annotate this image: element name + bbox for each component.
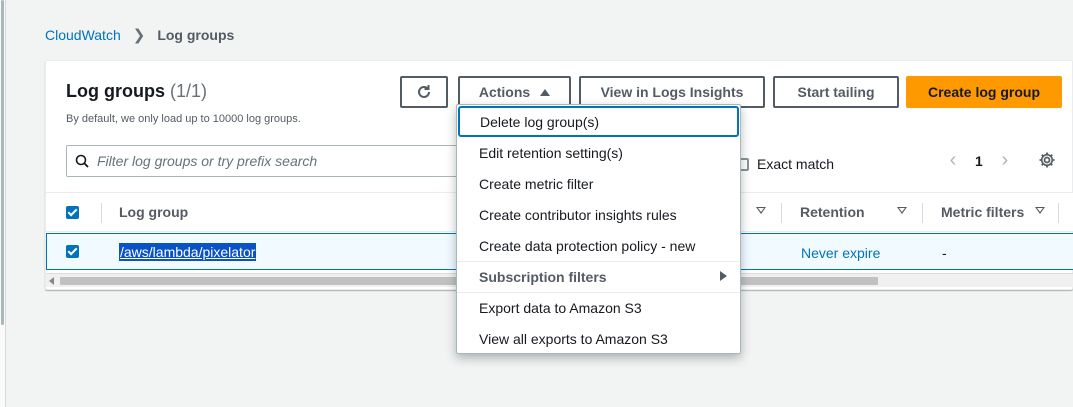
select-all-checkbox[interactable] [66, 206, 79, 219]
menu-item-export-to-s3[interactable]: Export data to Amazon S3 [457, 292, 740, 323]
current-page[interactable]: 1 [975, 153, 983, 169]
gear-icon[interactable] [1038, 151, 1056, 174]
column-header-retention[interactable]: Retention [800, 204, 865, 220]
column-divider [781, 203, 782, 223]
panel-count: (1/1) [170, 81, 208, 101]
actions-dropdown-menu: Delete log group(s) Edit retention setti… [456, 104, 741, 354]
search-icon [75, 154, 89, 168]
column-header-metric-filters[interactable]: Metric filters [941, 204, 1024, 220]
metric-filters-value: - [942, 245, 947, 261]
subscription-filters-label: Subscription filters [479, 268, 607, 285]
caret-up-icon [540, 88, 551, 96]
menu-item-edit-retention[interactable]: Edit retention setting(s) [457, 137, 740, 168]
menu-group-subscription-filters[interactable]: Subscription filters [457, 261, 740, 292]
panel-title: Log groups [66, 81, 165, 101]
caret-right-icon [720, 271, 727, 281]
column-header-log-group[interactable]: Log group [119, 204, 188, 220]
log-group-link[interactable]: /aws/lambda/pixelator [119, 243, 257, 261]
retention-link[interactable]: Never expire [801, 245, 880, 261]
menu-item-view-all-exports[interactable]: View all exports to Amazon S3 [457, 323, 740, 354]
breadcrumb-current: Log groups [157, 27, 235, 43]
left-scrollbar-thumb[interactable] [1, 0, 4, 325]
column-divider [1058, 203, 1059, 223]
panel-description: By default, we only load up to 10000 log… [66, 113, 301, 125]
sort-icon[interactable] [1035, 207, 1045, 214]
refresh-button[interactable] [400, 76, 448, 108]
start-tailing-button[interactable]: Start tailing [773, 76, 899, 108]
exact-match-toggle[interactable]: Exact match [736, 156, 834, 172]
menu-item-create-contributor-insights[interactable]: Create contributor insights rules [457, 199, 740, 230]
column-divider [922, 203, 923, 223]
chevron-right-icon[interactable]: › [995, 149, 1015, 172]
scroll-left-icon[interactable] [49, 277, 54, 285]
sort-icon[interactable] [756, 207, 766, 214]
breadcrumb: CloudWatch ❯ Log groups [45, 26, 234, 44]
chevron-right-icon: ❯ [132, 27, 146, 44]
row-checkbox[interactable] [66, 245, 79, 258]
breadcrumb-cloudwatch-link[interactable]: CloudWatch [45, 27, 121, 43]
sort-icon[interactable] [897, 207, 907, 214]
pagination: ‹ 1 › [943, 149, 1015, 172]
actions-label: Actions [478, 84, 531, 100]
search-input[interactable] [97, 153, 457, 169]
menu-item-create-metric-filter[interactable]: Create metric filter [457, 168, 740, 199]
menu-item-create-data-protection-policy[interactable]: Create data protection policy - new [457, 230, 740, 261]
exact-match-label: Exact match [757, 156, 835, 172]
left-scrollbar[interactable] [0, 0, 6, 407]
create-log-group-button[interactable]: Create log group [906, 76, 1062, 108]
column-divider [101, 203, 102, 223]
search-field[interactable] [66, 145, 466, 177]
page-title: Log groups (1/1) [66, 81, 207, 102]
chevron-left-icon[interactable]: ‹ [943, 149, 963, 172]
refresh-icon [418, 85, 430, 98]
menu-item-delete-log-groups[interactable]: Delete log group(s) [458, 106, 739, 137]
